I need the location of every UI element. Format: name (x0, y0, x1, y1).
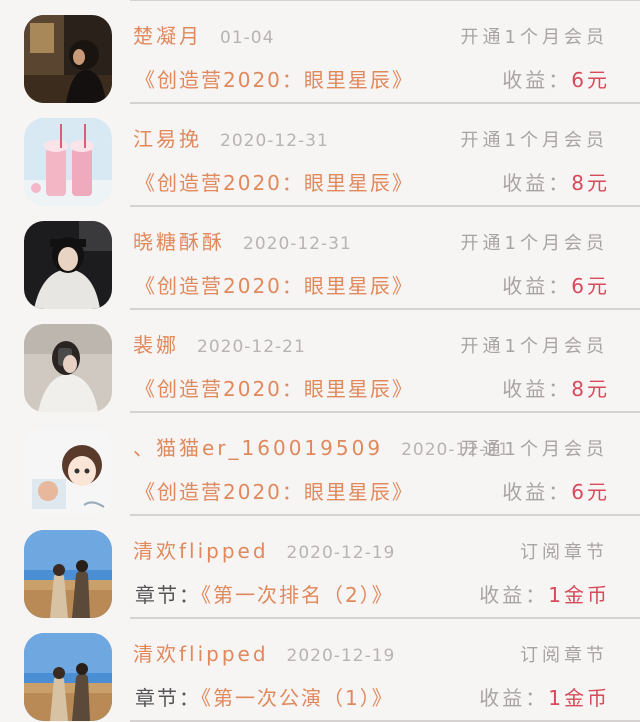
income-record-list: 楚凝月 01-04 开通1个月会员 《创造营2020：眼里星辰》 收益：6元 江易… (0, 0, 640, 722)
record-action: 开通1个月会员 (460, 27, 608, 48)
record-action: 开通1个月会员 (460, 233, 608, 254)
income: 收益：8元 (502, 373, 610, 402)
income: 收益：6元 (502, 476, 610, 505)
record-date: 2020-12-19 (286, 646, 396, 666)
income-amount: 6元 (571, 68, 610, 92)
income-label: 收益： (479, 686, 549, 710)
avatar[interactable] (24, 427, 112, 515)
chapter-prefix: 章节： (135, 583, 201, 607)
record-date: 2020-12-31 (243, 234, 352, 254)
income: 收益：6元 (502, 64, 610, 93)
record-date: 2020-12-21 (197, 337, 306, 357)
work-title[interactable]: 《创造营2020：眼里星辰》 (135, 167, 414, 196)
work-title[interactable]: 章节：《第一次排名（2）》 (135, 579, 394, 608)
avatar[interactable] (24, 118, 112, 206)
income-label: 收益： (502, 171, 572, 195)
income-label: 收益： (502, 377, 572, 401)
work-title[interactable]: 《创造营2020：眼里星辰》 (135, 476, 414, 505)
record-action: 开通1个月会员 (460, 439, 608, 460)
record-action: 订阅章节 (520, 645, 608, 666)
user-name: 江易挽 2020-12-31 (133, 127, 329, 151)
income: 收益：6元 (502, 270, 610, 299)
chapter-title: 《第一次排名（2）》 (201, 583, 394, 607)
record-action: 订阅章节 (520, 542, 608, 563)
record-row[interactable]: 晓糖酥酥 2020-12-31 开通1个月会员 《创造营2020：眼里星辰》 收益… (0, 206, 640, 310)
avatar[interactable] (24, 15, 112, 103)
chapter-title: 《第一次公演（1）》 (201, 686, 394, 710)
work-title[interactable]: 《创造营2020：眼里星辰》 (135, 373, 414, 402)
work-title[interactable]: 章节：《第一次公演（1）》 (135, 682, 394, 711)
income-amount: 1金币 (548, 583, 610, 607)
chapter-prefix: 章节： (135, 686, 201, 710)
income-amount: 1金币 (548, 686, 610, 710)
record-row[interactable]: 裴娜 2020-12-21 开通1个月会员 《创造营2020：眼里星辰》 收益：8… (0, 309, 640, 413)
income-label: 收益： (479, 583, 549, 607)
record-action: 开通1个月会员 (460, 130, 608, 151)
user-name: 清欢flipped 2020-12-19 (133, 642, 396, 666)
income-label: 收益： (502, 274, 572, 298)
income-amount: 8元 (571, 377, 610, 401)
work-title[interactable]: 《创造营2020：眼里星辰》 (135, 270, 414, 299)
income-label: 收益： (502, 480, 572, 504)
user-name: 楚凝月 01-04 (133, 24, 275, 48)
record-row[interactable]: 楚凝月 01-04 开通1个月会员 《创造营2020：眼里星辰》 收益：6元 (0, 0, 640, 104)
income-amount: 8元 (571, 171, 610, 195)
record-action: 开通1个月会员 (460, 336, 608, 357)
user-name: 晓糖酥酥 2020-12-31 (133, 230, 352, 254)
user-name: 、猫猫er_160019509 2020-12-21 (133, 436, 510, 460)
income-amount: 6元 (571, 480, 610, 504)
income-amount: 6元 (571, 274, 610, 298)
record-row[interactable]: 清欢flipped 2020-12-19 订阅章节 章节：《第一次公演（1）》 收… (0, 618, 640, 722)
income-label: 收益： (502, 68, 572, 92)
record-date: 01-04 (220, 28, 275, 48)
income: 收益：8元 (502, 167, 610, 196)
work-title[interactable]: 《创造营2020：眼里星辰》 (135, 64, 414, 93)
user-name: 清欢flipped 2020-12-19 (133, 539, 396, 563)
record-row[interactable]: 江易挽 2020-12-31 开通1个月会员 《创造营2020：眼里星辰》 收益：… (0, 103, 640, 207)
avatar[interactable] (24, 530, 112, 618)
income: 收益：1金币 (479, 682, 610, 711)
avatar[interactable] (24, 221, 112, 309)
income: 收益：1金币 (479, 579, 610, 608)
user-name: 裴娜 2020-12-21 (133, 333, 306, 357)
record-date: 2020-12-31 (220, 131, 329, 151)
record-row[interactable]: 、猫猫er_160019509 2020-12-21 开通1个月会员 《创造营20… (0, 412, 640, 516)
avatar[interactable] (24, 324, 112, 412)
record-date: 2020-12-19 (286, 543, 396, 563)
avatar[interactable] (24, 633, 112, 721)
record-row[interactable]: 清欢flipped 2020-12-19 订阅章节 章节：《第一次排名（2）》 收… (0, 515, 640, 619)
